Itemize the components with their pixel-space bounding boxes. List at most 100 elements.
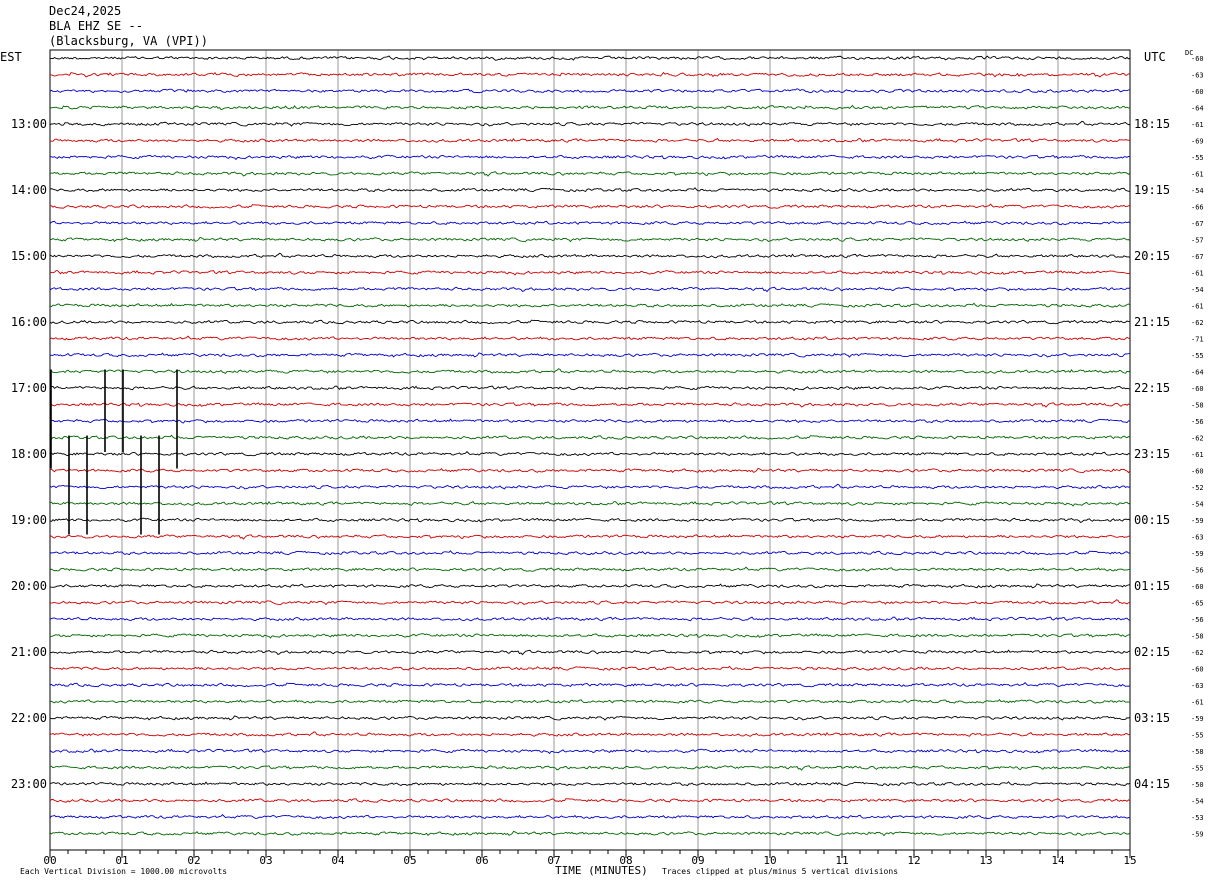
- dc-offset-label: -53: [1191, 814, 1204, 822]
- trace-row: [49, 104, 1131, 111]
- dc-offset-label: -60: [1191, 55, 1204, 63]
- dc-offset-label: -50: [1191, 781, 1204, 789]
- utc-hour-label: 02:15: [1134, 645, 1170, 659]
- est-hour-label: 13:00: [11, 117, 47, 131]
- trace-row: [49, 55, 1131, 61]
- utc-hour-label: 20:15: [1134, 249, 1170, 263]
- trace-row: [49, 798, 1131, 803]
- dc-offset-label: -52: [1191, 484, 1204, 492]
- est-hour-label: 20:00: [11, 579, 47, 593]
- x-tick-label: 02: [187, 854, 200, 867]
- dc-offset-label: -63: [1191, 534, 1204, 542]
- x-tick-label: 00: [43, 854, 56, 867]
- trace-row: [49, 682, 1131, 688]
- trace-row: [49, 517, 1131, 523]
- dc-offset-label: -58: [1191, 748, 1204, 756]
- est-hour-label: 21:00: [11, 645, 47, 659]
- x-tick-label: 09: [691, 854, 704, 867]
- trace-row: [49, 583, 1131, 589]
- dc-offset-label: -63: [1191, 72, 1204, 80]
- trace-row: [49, 88, 1131, 94]
- dc-offset-label: -64: [1191, 105, 1204, 113]
- trace-row: [49, 451, 1131, 457]
- dc-offset-label: -61: [1191, 121, 1204, 129]
- plot-frame: [49, 49, 1131, 851]
- est-hour-label: 18:00: [11, 447, 47, 461]
- dc-offset-label: -61: [1191, 451, 1204, 459]
- trace-row: [49, 748, 1131, 755]
- utc-hour-label: 04:15: [1134, 777, 1170, 791]
- trace-row: [49, 203, 1131, 209]
- dc-offset-label: -63: [1191, 682, 1204, 690]
- x-tick-label: 14: [1051, 854, 1065, 867]
- dc-offset-label: -59: [1191, 550, 1204, 558]
- dc-offset-label: -61: [1191, 171, 1204, 179]
- trace-row: [50, 765, 1131, 771]
- est-hour-label: 17:00: [11, 381, 47, 395]
- trace-row: [49, 154, 1131, 161]
- est-hour-label: 15:00: [11, 249, 47, 263]
- trace-row: [49, 335, 1131, 341]
- utc-hour-label: 22:15: [1134, 381, 1170, 395]
- trace-row: [49, 286, 1131, 293]
- trace-row: [49, 616, 1131, 622]
- dc-offset-label: -69: [1191, 138, 1204, 146]
- trace-row: [49, 665, 1131, 671]
- trace-row: [49, 781, 1131, 787]
- trace-row: [49, 137, 1131, 143]
- trace-row: [49, 236, 1131, 243]
- dc-offset-label: -55: [1191, 352, 1204, 360]
- dc-offset-label: -71: [1191, 336, 1204, 344]
- dc-offset-label: -56: [1191, 616, 1204, 624]
- dc-offset-label: -55: [1191, 154, 1204, 162]
- dc-offset-label: -58: [1191, 402, 1204, 410]
- dc-offset-label: -59: [1191, 715, 1204, 723]
- utc-hour-label: 18:15: [1134, 117, 1170, 131]
- dc-offset-label: -58: [1191, 633, 1204, 641]
- dc-offset-label: -67: [1191, 220, 1204, 228]
- x-tick-label: 01: [115, 854, 128, 867]
- x-tick-label: 03: [259, 854, 272, 867]
- dc-offset-label: -54: [1191, 286, 1204, 294]
- dc-offset-label: -57: [1191, 237, 1204, 245]
- dc-offset-label: -65: [1191, 600, 1204, 608]
- dc-offset-label: -64: [1191, 369, 1204, 377]
- dc-offset-label: -59: [1191, 517, 1204, 525]
- trace-row: [49, 434, 1131, 440]
- trace-row: [49, 649, 1131, 656]
- utc-hour-label: 19:15: [1134, 183, 1170, 197]
- utc-hour-label: 03:15: [1134, 711, 1170, 725]
- trace-row: [49, 270, 1131, 276]
- x-tick-label: 06: [475, 854, 488, 867]
- dc-offset-label: -54: [1191, 187, 1204, 195]
- utc-hour-label: 01:15: [1134, 579, 1170, 593]
- x-tick-label: 10: [763, 854, 776, 867]
- trace-row: [49, 120, 1131, 127]
- x-tick-label: 13: [979, 854, 992, 867]
- dc-offset-label: -59: [1191, 831, 1204, 839]
- x-tick-label: 15: [1123, 854, 1136, 867]
- trace-row: [49, 599, 1131, 606]
- dc-offset-label: -61: [1191, 303, 1204, 311]
- dc-offset-label: -55: [1191, 732, 1204, 740]
- trace-row: [49, 402, 1131, 408]
- dc-offset-label: -60: [1191, 583, 1204, 591]
- trace-row: [49, 483, 1131, 490]
- trace-row: [49, 566, 1131, 572]
- scale-note: Each Vertical Division = 1000.00 microvo…: [20, 867, 228, 876]
- dc-offset-label: -62: [1191, 435, 1204, 443]
- est-hour-label: 23:00: [11, 777, 47, 791]
- dc-offset-label: -55: [1191, 765, 1204, 773]
- utc-hour-label: 21:15: [1134, 315, 1170, 329]
- helicorder-chart: 00 01 02 03 04 05 06 07 08 09 10 11 12 13 14 15-60-63-6…: [11, 49, 1204, 867]
- dc-offset-label: -54: [1191, 501, 1204, 509]
- dc-offset-label: -60: [1191, 468, 1204, 476]
- x-axis-label: TIME (MINUTES): [555, 864, 648, 877]
- trace-row: [49, 319, 1131, 325]
- dc-offset-label: -56: [1191, 567, 1204, 575]
- trace-row: [49, 302, 1131, 308]
- trace-row: [50, 533, 1131, 540]
- trace-row: [49, 252, 1131, 259]
- trace-row: [49, 220, 1131, 226]
- est-hour-label: 19:00: [11, 513, 47, 527]
